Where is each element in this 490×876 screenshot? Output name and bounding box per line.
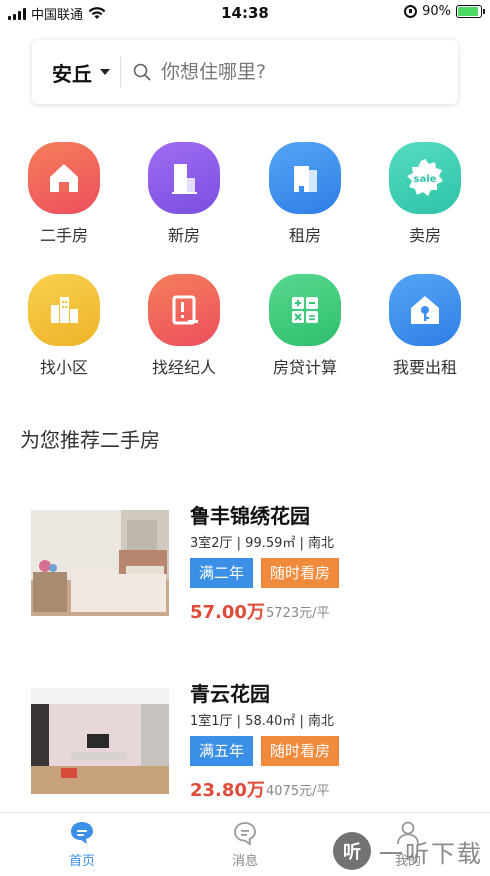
category-label: 房贷计算 [272, 358, 337, 377]
listing-meta: 3室2厅 | 99.59㎡ | 南北 [190, 536, 335, 551]
category-find-community[interactable]: 找小区 [4, 274, 124, 378]
watermark-text: 一听下载 [379, 839, 483, 868]
section-title: 为您推荐二手房 [20, 428, 160, 452]
battery-percent: 90% [422, 4, 451, 19]
tag-ownership: 满二年 [190, 558, 254, 588]
tag-ownership: 满五年 [190, 736, 254, 766]
tag-viewing: 随时看房 [261, 736, 340, 766]
listing-title: 青云花园 [190, 682, 270, 706]
house-key-icon [389, 274, 461, 346]
listing-photo[interactable] [31, 510, 169, 616]
tab-label: 首页 [68, 854, 95, 869]
category-label: 卖房 [408, 226, 441, 245]
search-input[interactable] [161, 61, 411, 83]
watermark: 听 一听下载 [333, 832, 483, 870]
city-label: 安丘 [52, 61, 92, 86]
category-label: 新房 [167, 226, 200, 245]
building-icon [148, 142, 220, 214]
agent-card-icon [148, 274, 220, 346]
listing-unit-price: 5723元/平 [266, 606, 330, 621]
calculator-icon [269, 274, 341, 346]
apartment-icon [269, 142, 341, 214]
city-selector[interactable]: 安丘 [32, 58, 110, 87]
caret-down-icon [100, 69, 110, 75]
category-label: 我要出租 [392, 358, 457, 377]
category-new-home[interactable]: 新房 [124, 142, 244, 246]
home-chat-icon [71, 822, 93, 844]
category-label: 找小区 [39, 358, 88, 377]
listing-meta: 1室1厅 | 58.40㎡ | 南北 [190, 714, 335, 729]
city-blocks-icon [28, 274, 100, 346]
category-find-agent[interactable]: 找经纪人 [124, 274, 244, 378]
listing-card[interactable]: 青云花园 1室1厅 | 58.40㎡ | 南北 满五年 随时看房 23.80万 … [0, 676, 490, 806]
listing-photo[interactable] [31, 688, 169, 794]
listing-price: 23.80万 [190, 780, 265, 801]
sale-badge-icon: sale [389, 142, 461, 214]
listing-unit-price: 4075元/平 [266, 784, 330, 799]
orientation-lock-icon [404, 5, 418, 18]
house-icon [28, 142, 100, 214]
category-label: 找经纪人 [151, 358, 216, 377]
category-mortgage-calc[interactable]: 房贷计算 [245, 274, 365, 378]
category-rent[interactable]: 租房 [245, 142, 365, 246]
category-label: 二手房 [39, 226, 88, 245]
sale-badge-text: sale [414, 174, 437, 185]
search-bar: 安丘 [32, 40, 458, 104]
category-sell[interactable]: sale 卖房 [365, 142, 485, 246]
watermark-logo: 听 [333, 832, 371, 870]
category-label: 租房 [288, 226, 321, 245]
tab-messages[interactable]: 消息 [205, 819, 285, 869]
listing-title: 鲁丰锦绣花园 [190, 504, 310, 528]
category-second-hand[interactable]: 二手房 [4, 142, 124, 246]
tag-viewing: 随时看房 [261, 558, 340, 588]
listing-card[interactable]: 鲁丰锦绣花园 3室2厅 | 99.59㎡ | 南北 满二年 随时看房 57.00… [0, 498, 490, 628]
listing-price: 57.00万 [190, 602, 265, 623]
battery-icon [456, 5, 485, 18]
search-icon [133, 63, 151, 81]
category-rent-out[interactable]: 我要出租 [365, 274, 485, 378]
status-bar: 中国联通 14:38 90% [0, 0, 490, 26]
message-icon [234, 822, 256, 846]
tab-label: 消息 [231, 854, 258, 869]
tab-home[interactable]: 首页 [42, 819, 122, 869]
search-divider [120, 57, 121, 87]
